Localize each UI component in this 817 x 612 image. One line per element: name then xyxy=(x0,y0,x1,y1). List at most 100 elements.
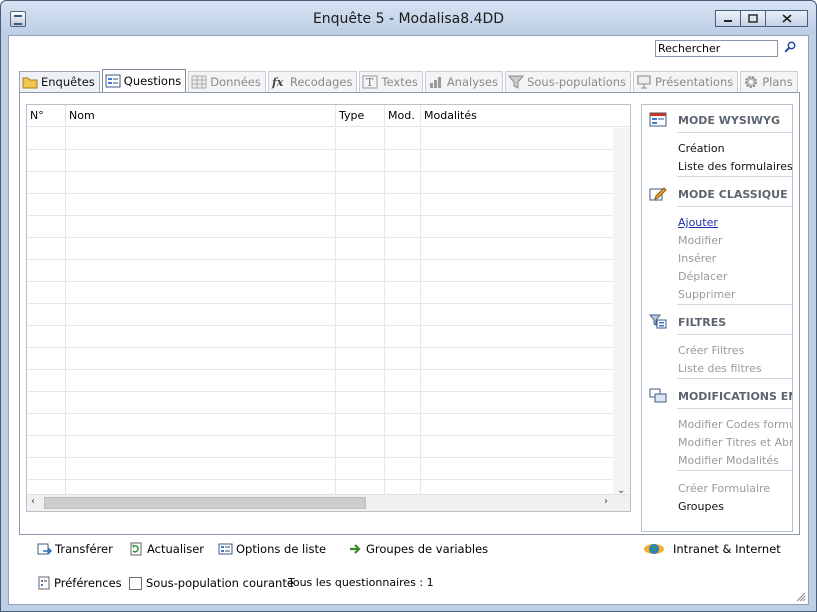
table-cell[interactable] xyxy=(385,326,421,348)
table-cell[interactable] xyxy=(336,128,385,150)
table-cell[interactable] xyxy=(385,392,421,414)
sidebar-item-modifier[interactable]: Modifier xyxy=(678,234,722,247)
column-header-nom[interactable]: Nom xyxy=(66,105,336,127)
sidebar-item-liste-filtres[interactable]: Liste des filtres xyxy=(678,362,762,375)
table-cell[interactable] xyxy=(66,348,336,370)
table-cell[interactable] xyxy=(385,260,421,282)
table-cell[interactable] xyxy=(421,194,613,216)
tab-presentations[interactable]: Présentations xyxy=(633,71,739,92)
table-cell[interactable] xyxy=(385,150,421,172)
table-cell[interactable] xyxy=(66,392,336,414)
table-cell[interactable] xyxy=(421,414,613,436)
table-cell[interactable] xyxy=(27,260,66,282)
table-cell[interactable] xyxy=(336,304,385,326)
table-cell[interactable] xyxy=(336,326,385,348)
sidebar-item-inserer[interactable]: Insérer xyxy=(678,252,716,265)
tab-questions[interactable]: Questions xyxy=(101,69,187,92)
column-header-type[interactable]: Type xyxy=(336,105,385,127)
groupes-variables-button[interactable]: Groupes de variables xyxy=(348,542,488,556)
sidebar-item-creation[interactable]: Création xyxy=(678,142,725,155)
table-row[interactable] xyxy=(27,414,613,436)
tab-recodages[interactable]: fx Recodages xyxy=(267,71,358,92)
table-cell[interactable] xyxy=(336,436,385,458)
table-cell[interactable] xyxy=(421,216,613,238)
sidebar-item-liste-formulaires[interactable]: Liste des formulaires xyxy=(678,160,792,173)
table-row[interactable] xyxy=(27,260,613,282)
tab-plans[interactable]: Plans xyxy=(740,71,798,92)
table-row[interactable] xyxy=(27,304,613,326)
options-liste-button[interactable]: Options de liste xyxy=(218,542,326,556)
table-cell[interactable] xyxy=(66,414,336,436)
table-row[interactable] xyxy=(27,348,613,370)
preferences-button[interactable]: Préférences xyxy=(37,576,122,590)
table-cell[interactable] xyxy=(421,282,613,304)
table-cell[interactable] xyxy=(66,216,336,238)
resize-grip-icon[interactable] xyxy=(796,592,806,602)
actualiser-button[interactable]: Actualiser xyxy=(129,542,204,556)
table-cell[interactable] xyxy=(385,304,421,326)
table-cell[interactable] xyxy=(336,282,385,304)
table-row[interactable] xyxy=(27,172,613,194)
table-cell[interactable] xyxy=(421,260,613,282)
table-cell[interactable] xyxy=(27,172,66,194)
tab-sous-populations[interactable]: Sous-populations xyxy=(505,71,632,92)
sidebar-item-modifier-titres[interactable]: Modifier Titres et Abrégés xyxy=(678,436,792,449)
table-cell[interactable] xyxy=(385,194,421,216)
table-cell[interactable] xyxy=(27,304,66,326)
tab-textes[interactable]: T Textes xyxy=(359,71,423,92)
table-cell[interactable] xyxy=(27,392,66,414)
table-cell[interactable] xyxy=(336,260,385,282)
close-button[interactable] xyxy=(765,10,808,27)
table-cell[interactable] xyxy=(27,348,66,370)
table-row[interactable] xyxy=(27,128,613,150)
table-cell[interactable] xyxy=(66,260,336,282)
horizontal-scrollbar[interactable]: ‹ › xyxy=(27,494,630,511)
table-cell[interactable] xyxy=(421,436,613,458)
table-cell[interactable] xyxy=(66,282,336,304)
table-cell[interactable] xyxy=(27,414,66,436)
table-cell[interactable] xyxy=(336,150,385,172)
sidebar-item-deplacer[interactable]: Déplacer xyxy=(678,270,727,283)
table-cell[interactable] xyxy=(66,370,336,392)
table-cell[interactable] xyxy=(385,436,421,458)
table-row[interactable] xyxy=(27,370,613,392)
table-cell[interactable] xyxy=(385,414,421,436)
search-icon[interactable] xyxy=(784,41,796,53)
sidebar-item-creer-filtres[interactable]: Créer Filtres xyxy=(678,344,744,357)
table-cell[interactable] xyxy=(385,282,421,304)
sous-population-checkbox-group[interactable]: Sous-population courante xyxy=(129,576,294,590)
table-cell[interactable] xyxy=(27,436,66,458)
search-input[interactable]: Rechercher xyxy=(655,40,778,57)
table-cell[interactable] xyxy=(66,304,336,326)
table-cell[interactable] xyxy=(385,172,421,194)
scroll-right-icon[interactable]: › xyxy=(604,496,608,507)
vertical-scrollbar[interactable]: ⌄ xyxy=(613,128,630,498)
table-row[interactable] xyxy=(27,216,613,238)
table-cell[interactable] xyxy=(66,458,336,480)
sous-population-checkbox[interactable] xyxy=(129,576,142,590)
table-row[interactable] xyxy=(27,326,613,348)
title-bar[interactable]: Enquête 5 - Modalisa8.4DD xyxy=(1,1,816,35)
table-cell[interactable] xyxy=(27,238,66,260)
table-cell[interactable] xyxy=(336,216,385,238)
table-cell[interactable] xyxy=(385,238,421,260)
sidebar-item-supprimer[interactable]: Supprimer xyxy=(678,288,736,301)
maximize-button[interactable] xyxy=(740,10,766,27)
table-cell[interactable] xyxy=(66,128,336,150)
table-cell[interactable] xyxy=(421,326,613,348)
table-row[interactable] xyxy=(27,392,613,414)
table-row[interactable] xyxy=(27,150,613,172)
table-cell[interactable] xyxy=(336,370,385,392)
table-cell[interactable] xyxy=(336,458,385,480)
questions-grid[interactable]: N° Nom Type Mod. Modalités ⌄ ‹ › xyxy=(26,104,631,512)
table-cell[interactable] xyxy=(66,150,336,172)
table-cell[interactable] xyxy=(27,458,66,480)
table-cell[interactable] xyxy=(66,238,336,260)
table-cell[interactable] xyxy=(27,326,66,348)
table-cell[interactable] xyxy=(336,414,385,436)
sidebar-item-ajouter[interactable]: Ajouter xyxy=(678,216,718,229)
scroll-thumb[interactable] xyxy=(44,497,366,509)
table-cell[interactable] xyxy=(421,348,613,370)
table-cell[interactable] xyxy=(27,150,66,172)
table-cell[interactable] xyxy=(385,348,421,370)
